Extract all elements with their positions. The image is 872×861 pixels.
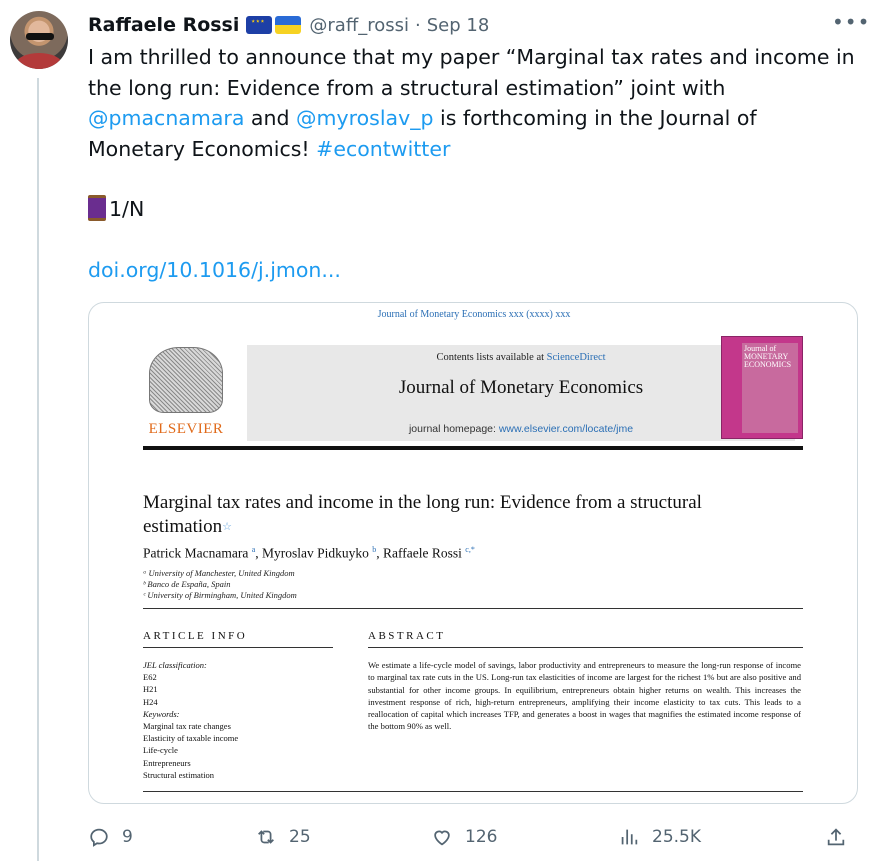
keyword: Structural estimation: [143, 769, 215, 780]
date-separator: ·: [415, 14, 421, 36]
heart-icon: [434, 830, 450, 846]
tweet-text: I am thrilled to announce that my paper …: [88, 42, 858, 285]
elsevier-logo: ELSEVIER: [143, 345, 229, 441]
journal-homepage: journal homepage: www.elsevier.com/locat…: [247, 423, 795, 435]
author-name-3: Raffaele Rossi: [383, 545, 462, 561]
article-info-rule: [143, 647, 333, 648]
keyword: Marginal tax rate changes: [143, 721, 231, 732]
author-name-1: Patrick Macnamara: [143, 545, 249, 561]
affiliation-b: ᵇ Banco de España, Spain: [143, 579, 231, 589]
hashtag-econtwitter[interactable]: #econtwitter: [316, 137, 450, 161]
thread-connector-line: [37, 78, 39, 861]
tweet-header: Raffaele Rossi @raff_rossi · Sep 18: [88, 11, 489, 39]
abstract-rule: [368, 647, 803, 648]
journal-title: Journal of Monetary Economics: [398, 377, 644, 398]
publisher-name: ELSEVIER: [148, 421, 224, 437]
keywords-label: Keywords:: [143, 708, 180, 719]
ukraine-flag-icon: [275, 16, 302, 34]
like-button[interactable]: 126: [431, 820, 497, 854]
homepage-url: www.elsevier.com/locate/jme: [498, 423, 634, 435]
tweet-action-bar: 9 25 126 25.5K: [88, 820, 858, 854]
paper-title: Marginal tax rates and income in the lon…: [143, 491, 783, 539]
mention-pmacnamara[interactable]: @pmacnamara: [88, 106, 244, 130]
thread-marker: 1/N: [109, 197, 145, 221]
tweet-text-part: I am thrilled to announce that my paper …: [88, 45, 855, 100]
reply-count: 9: [122, 827, 133, 847]
author-sup-1: a: [251, 545, 256, 554]
share-icon: [827, 828, 845, 846]
affiliation-c: ᶜ University of Birmingham, United Kingd…: [143, 590, 297, 600]
jel-label: JEL classification:: [143, 660, 207, 670]
author-name[interactable]: Raffaele Rossi: [88, 14, 239, 36]
jel-code: H24: [143, 696, 158, 707]
jel-code: H21: [143, 684, 158, 695]
abstract-heading: ABSTRACT: [368, 630, 446, 642]
author-handle[interactable]: @raff_rossi: [309, 15, 409, 36]
repost-button[interactable]: 25: [255, 820, 311, 854]
affiliation-a: ᵃ University of Manchester, United Kingd…: [143, 568, 295, 578]
author-list: Patrick Macnamara a, Myroslav Pidkuyko b…: [143, 545, 475, 561]
more-icon[interactable]: •••: [832, 10, 870, 34]
journal-citation-line: Journal of Monetary Economics xxx (xxxx)…: [377, 309, 571, 320]
mention-myroslav[interactable]: @myroslav_p: [296, 106, 433, 130]
reply-button[interactable]: 9: [88, 820, 133, 854]
cover-title: Journal of MONETARY ECONOMICS: [744, 344, 792, 369]
homepage-prefix: journal homepage:: [408, 423, 499, 435]
section-rule: [143, 608, 803, 609]
affiliations: ᵃ University of Manchester, United Kingd…: [143, 568, 297, 601]
eu-flag-icon: [246, 16, 273, 34]
shirt-shape: [16, 53, 62, 69]
journal-cover-image: Journal of MONETARY ECONOMICS: [721, 336, 803, 439]
author-name-2: Myroslav Pidkuyko: [262, 545, 369, 561]
share-button[interactable]: [825, 820, 847, 854]
tweet-date[interactable]: Sep 18: [427, 15, 490, 36]
keyword: Life-cycle: [143, 745, 178, 756]
doi-link[interactable]: doi.org/10.1016/j.jmon...: [88, 258, 341, 282]
views-icon: [621, 829, 638, 845]
sunglasses-shape: [26, 33, 54, 40]
contents-prefix: Contents lists available at: [436, 352, 547, 363]
bottom-rule: [143, 791, 803, 792]
reply-icon: [90, 828, 108, 847]
article-info-heading: ARTICLE INFO: [143, 630, 248, 642]
repost-icon: [258, 830, 274, 844]
jel-code: E62: [143, 672, 157, 683]
journal-banner: Contents lists available at ScienceDirec…: [247, 345, 795, 441]
header-rule: [143, 446, 803, 450]
article-info-list: JEL classification: E62 H21 H24 Keywords…: [143, 659, 238, 781]
contents-line: Contents lists available at ScienceDirec…: [247, 352, 795, 363]
keyword: Entrepreneurs: [143, 757, 191, 768]
views-button[interactable]: 25.5K: [618, 820, 701, 854]
elsevier-tree-icon: [149, 347, 223, 413]
author-sup-2: b: [372, 545, 377, 554]
sciencedirect-link: ScienceDirect: [546, 352, 606, 363]
paper-first-page-image: Journal of Monetary Economics xxx (xxxx)…: [89, 303, 857, 803]
thread-spool-icon: [88, 195, 106, 221]
footnote-star-icon: ☆: [222, 521, 233, 533]
keyword: Elasticity of taxable income: [143, 733, 239, 744]
author-sup-3: c,*: [465, 545, 475, 554]
abstract-text: We estimate a life-cycle model of saving…: [368, 660, 801, 732]
repost-count: 25: [289, 827, 311, 847]
avatar[interactable]: [10, 11, 68, 69]
like-count: 126: [465, 827, 498, 847]
tweet-text-part: and: [244, 106, 297, 130]
media-card[interactable]: Journal of Monetary Economics xxx (xxxx)…: [88, 302, 858, 804]
view-count: 25.5K: [652, 827, 701, 847]
